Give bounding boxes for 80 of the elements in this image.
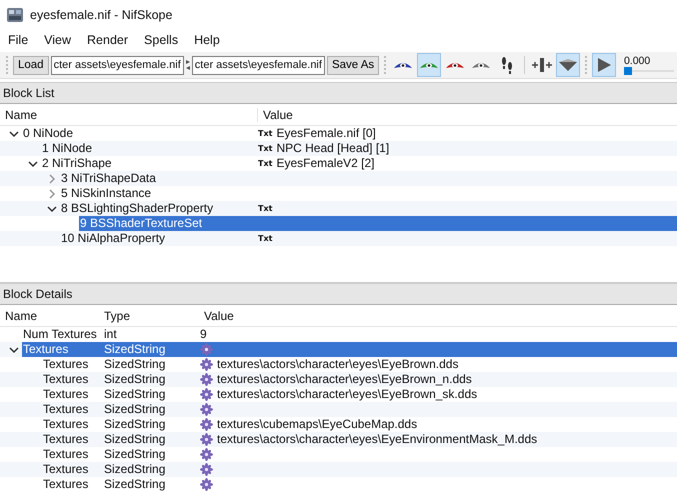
eye-icon — [471, 60, 492, 70]
field-name[interactable]: Textures — [42, 417, 100, 432]
cone-button[interactable] — [556, 53, 580, 77]
eye-icon — [393, 60, 414, 70]
value-text: NPC Head [Head] [1] — [276, 141, 390, 156]
move-icon — [530, 57, 553, 73]
type-tag: Txt — [258, 126, 272, 141]
value-text: EyesFemaleV2 [2] — [276, 156, 374, 171]
load-button[interactable]: Load — [13, 56, 49, 74]
time-slider[interactable] — [624, 67, 674, 75]
block-item[interactable]: 0 NiNode — [22, 126, 258, 141]
eye-icon — [419, 60, 440, 70]
chevron-down-icon[interactable] — [9, 128, 19, 138]
field-value: 9 — [200, 327, 207, 342]
app-icon — [6, 7, 24, 23]
field-value: textures\actors\character\eyes\EyeBrown_n.dds — [217, 372, 472, 387]
block-item[interactable]: 8 BSLightingShaderProperty — [60, 201, 258, 216]
column-header[interactable]: Value — [258, 108, 293, 122]
chevron-right-icon[interactable] — [47, 174, 57, 184]
field-type: SizedString — [103, 462, 166, 477]
column-header[interactable]: Value — [199, 308, 234, 322]
field-type: SizedString — [103, 477, 166, 492]
menu-item[interactable]: Render — [79, 33, 136, 47]
spinner-icon[interactable] — [184, 58, 191, 72]
menu-item[interactable]: File — [0, 33, 36, 47]
save-as-button[interactable]: Save As — [326, 56, 380, 74]
footprints-icon — [501, 56, 514, 74]
field-name[interactable]: Num Textures — [22, 327, 100, 342]
panel-header: Block Details — [0, 283, 677, 305]
field-name[interactable]: Textures — [22, 342, 100, 357]
column-header[interactable]: Type — [99, 308, 199, 322]
menu-item[interactable]: Help — [186, 33, 228, 47]
field-type: SizedString — [103, 432, 166, 447]
play-button[interactable] — [592, 53, 616, 77]
field-name[interactable]: Textures — [42, 447, 100, 462]
time-reading: 0.000 — [624, 55, 652, 67]
menu-item[interactable]: Spells — [136, 33, 186, 47]
field-type: int — [103, 327, 118, 342]
field-value: textures\actors\character\eyes\EyeBrown.dds — [217, 357, 458, 372]
field-type: SizedString — [100, 342, 200, 357]
field-name[interactable]: Textures — [42, 477, 100, 492]
type-tag: Txt — [258, 201, 272, 216]
field-type: SizedString — [103, 402, 166, 417]
field-value: textures\actors\character\eyes\EyeEnvironmentMask_M.dds — [217, 432, 538, 447]
field-type: SizedString — [103, 357, 166, 372]
chevron-down-icon[interactable] — [9, 344, 19, 354]
block-item[interactable]: 10 NiAlphaProperty — [60, 231, 258, 246]
path-field[interactable]: cter assets\eyesfemale.nif — [50, 56, 184, 74]
field-name[interactable]: Textures — [42, 462, 100, 477]
type-tag: Txt — [258, 231, 272, 246]
panel-header: Block List — [0, 82, 677, 104]
block-item[interactable]: 5 NiSkinInstance — [60, 186, 258, 201]
cone-icon — [558, 58, 578, 72]
chevron-down-icon[interactable] — [47, 204, 57, 214]
field-name[interactable]: Textures — [42, 432, 100, 447]
value-text: EyesFemale.nif [0] — [276, 126, 376, 141]
block-item[interactable]: 2 NiTriShape — [41, 156, 258, 171]
field-name[interactable]: Textures — [42, 372, 100, 387]
field-value: textures\actors\character\eyes\EyeBrown_sk.dds — [217, 387, 478, 402]
menu-item[interactable]: View — [36, 33, 80, 47]
chevron-right-icon[interactable] — [47, 188, 57, 198]
field-type: SizedString — [103, 372, 166, 387]
field-type: SizedString — [103, 447, 166, 462]
eye-icon — [445, 60, 466, 70]
field-value: textures\cubemaps\EyeCubeMap.dds — [217, 417, 418, 432]
path-field[interactable]: cter assets\eyesfemale.nif — [192, 56, 325, 74]
type-tag: Txt — [258, 141, 272, 156]
type-tag: Txt — [258, 156, 272, 171]
chevron-down-icon[interactable] — [28, 158, 38, 168]
field-name[interactable]: Textures — [42, 357, 100, 372]
block-item[interactable]: 1 NiNode — [41, 141, 258, 156]
window-title: eyesfemale.nif - NifSkope — [30, 8, 172, 22]
field-name[interactable]: Textures — [42, 402, 100, 417]
field-name[interactable]: Textures — [42, 387, 100, 402]
block-item[interactable]: 9 BSShaderTextureSet — [79, 216, 258, 231]
field-type: SizedString — [103, 417, 166, 432]
play-icon — [596, 57, 612, 73]
column-header[interactable]: Name — [0, 308, 99, 322]
field-type: SizedString — [103, 387, 166, 402]
column-header[interactable]: Name — [0, 108, 258, 122]
